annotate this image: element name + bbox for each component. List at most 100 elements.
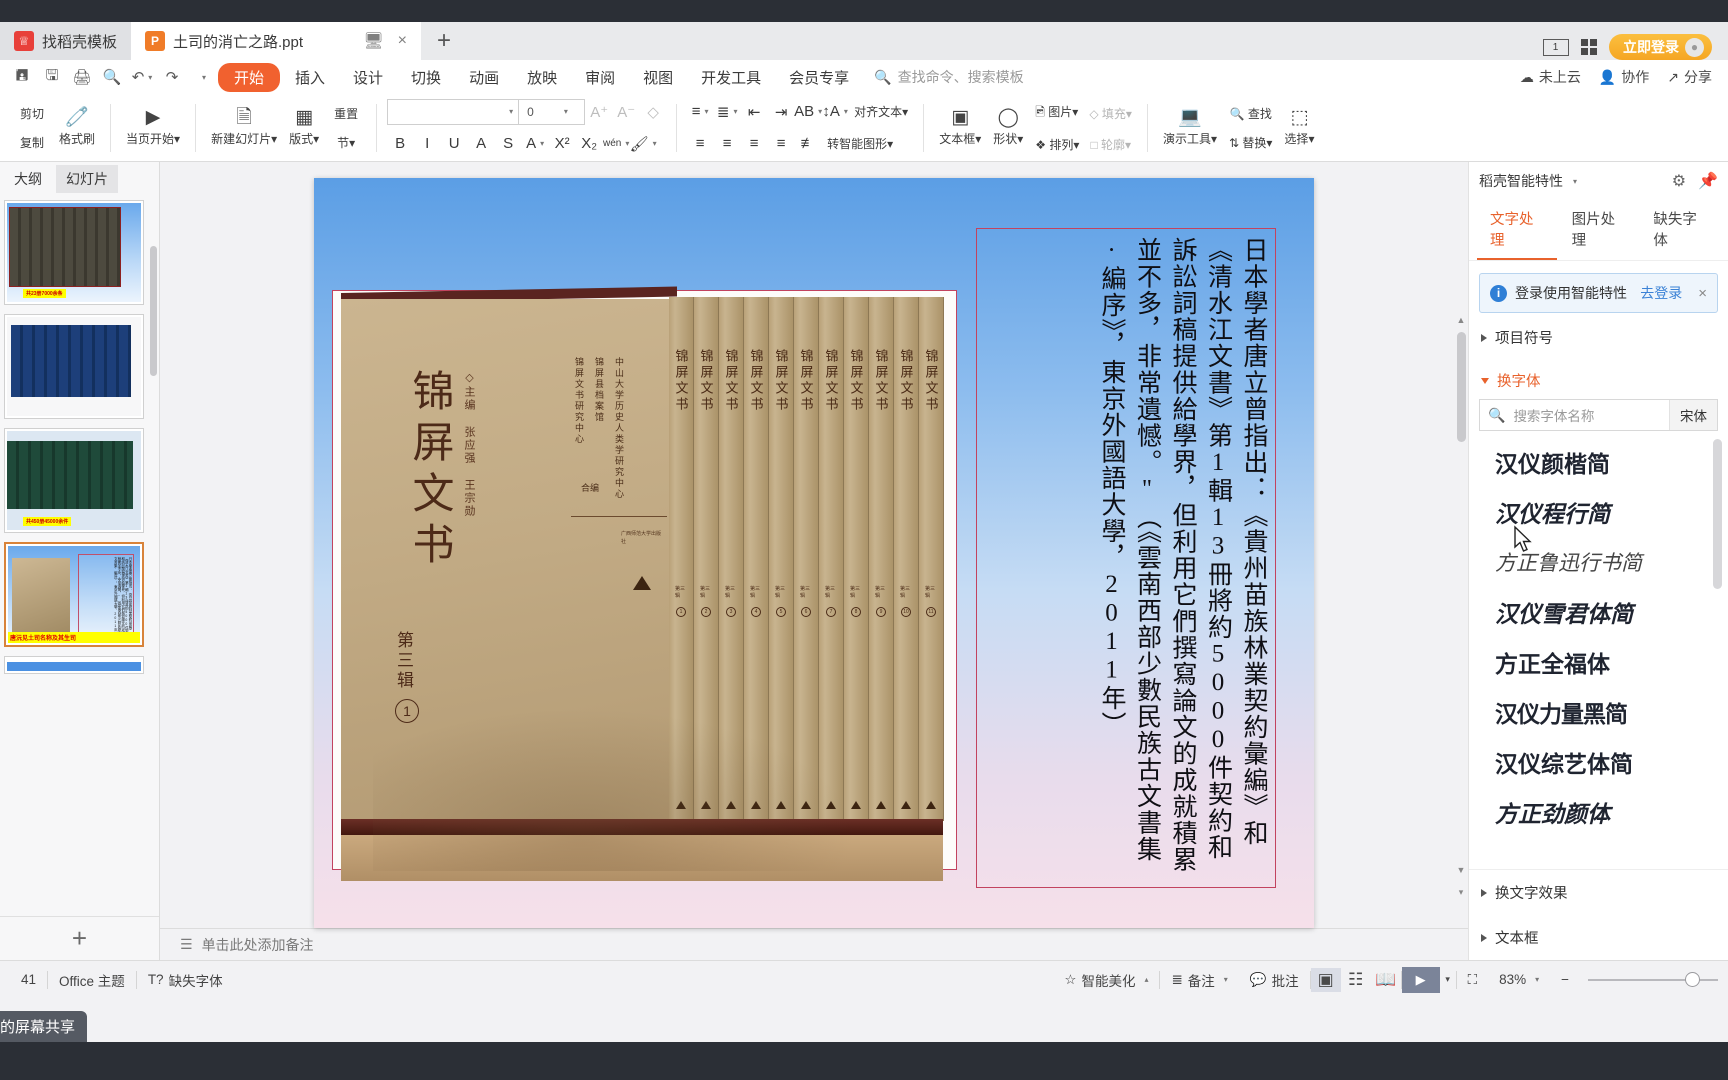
font-suggestion-list[interactable]: 汉仪颜楷简 汉仪程行简 方正鲁迅行书简 汉仪雪君体简 方正全福体 汉仪力量黑简 … bbox=[1469, 431, 1728, 869]
menu-item-member[interactable]: 会员专享 bbox=[776, 63, 862, 92]
cut-button[interactable]: 剪切 bbox=[12, 102, 52, 125]
share-button[interactable]: ↗ 分享 bbox=[1667, 67, 1712, 87]
close-notice-icon[interactable]: × bbox=[1698, 285, 1707, 302]
reading-view-icon[interactable]: 📖 bbox=[1371, 968, 1401, 992]
font-item[interactable]: 汉仪颜楷简 bbox=[1495, 437, 1728, 487]
find-button[interactable]: 🔍 查找 bbox=[1224, 102, 1277, 125]
current-font-value[interactable]: 宋体 bbox=[1669, 400, 1717, 430]
command-search[interactable]: 🔍 查找命令、搜索模板 bbox=[874, 67, 1023, 87]
align-center-icon[interactable]: ≡ bbox=[714, 131, 740, 157]
tab-find-template[interactable]: ♕ 找稻壳模板 bbox=[0, 22, 132, 60]
notes-toggle-button[interactable]: ≣ 备注 ▾ bbox=[1160, 968, 1238, 992]
zoom-out-button[interactable]: − bbox=[1550, 968, 1580, 992]
slide-thumbnail-2[interactable] bbox=[4, 314, 144, 419]
comments-button[interactable]: 💬 批注 bbox=[1239, 968, 1310, 992]
add-slide-button[interactable]: + bbox=[0, 916, 159, 960]
start-from-current-button[interactable]: ▶ 当页开始▾ bbox=[121, 105, 185, 150]
numbering-icon[interactable]: ≣ ▾ bbox=[714, 99, 740, 125]
increase-font-size-icon[interactable]: A⁺ bbox=[586, 99, 612, 125]
font-item[interactable]: 汉仪雪君体简 bbox=[1495, 587, 1728, 637]
font-item[interactable]: 方正鲁迅行书简 bbox=[1495, 537, 1728, 587]
slide-thumbnail-1[interactable]: 共23册7000余条 bbox=[4, 200, 144, 305]
reset-button[interactable]: 重置 bbox=[326, 102, 366, 125]
close-tab-icon[interactable]: × bbox=[398, 32, 407, 50]
font-size-input[interactable]: 0 ▾ bbox=[518, 99, 584, 124]
tab-missing-fonts[interactable]: 缺失字体 bbox=[1640, 200, 1720, 260]
highlight-icon[interactable]: 🖌 ▾ bbox=[630, 131, 657, 157]
align-text-button[interactable]: 对齐文本▾ bbox=[849, 100, 913, 123]
section-bullets[interactable]: 项目符号 bbox=[1469, 313, 1728, 356]
zoom-slider[interactable] bbox=[1580, 971, 1718, 987]
play-slideshow-button[interactable]: ▶ bbox=[1401, 966, 1440, 993]
tab-text-processing[interactable]: 文字处理 bbox=[1477, 200, 1557, 260]
new-tab-button[interactable]: + bbox=[421, 27, 467, 55]
arrange-button[interactable]: ❖ 排列▾ bbox=[1030, 133, 1084, 156]
menu-item-transition[interactable]: 切换 bbox=[398, 63, 454, 92]
present-monitor-icon[interactable]: 🖥 bbox=[363, 31, 383, 51]
font-item[interactable]: 汉仪程行简 bbox=[1495, 487, 1728, 537]
section-textbox[interactable]: 文本框 bbox=[1469, 915, 1728, 960]
normal-view-icon[interactable]: ▣ bbox=[1310, 967, 1341, 992]
save-as-icon[interactable]: 🖫 bbox=[38, 64, 66, 90]
missing-font-status[interactable]: T? 缺失字体 bbox=[137, 968, 234, 992]
scroll-down-arrow[interactable]: ▼ bbox=[1454, 862, 1468, 878]
customize-quick-access-icon[interactable]: ▾ bbox=[188, 64, 216, 90]
superscript-button[interactable]: X² bbox=[549, 131, 575, 157]
font-item[interactable]: 汉仪综艺体简 bbox=[1495, 737, 1728, 787]
outline-button[interactable]: □ 轮廓▾ bbox=[1085, 133, 1136, 156]
undo-icon[interactable]: ↶ ▾ bbox=[128, 64, 156, 90]
copy-button[interactable]: 复制 bbox=[12, 131, 52, 154]
font-item[interactable]: 方正全福体 bbox=[1495, 637, 1728, 687]
textbox-button[interactable]: ▣ 文本框▾ bbox=[934, 105, 986, 150]
vertical-text-box[interactable]: 日本學者唐立曾指出：《貴州苗族林業契約彙編》和《清水江文書》第1輯13冊將約50… bbox=[976, 228, 1276, 888]
thumbnail-scrollbar[interactable] bbox=[150, 246, 157, 376]
font-color-button[interactable]: A ▾ bbox=[522, 131, 548, 157]
pin-icon[interactable]: 📌 bbox=[1698, 171, 1718, 191]
canvas-scrollbar[interactable] bbox=[1457, 332, 1466, 442]
shapes-button[interactable]: ◯ 形状▾ bbox=[988, 105, 1028, 150]
theme-name[interactable]: Office 主题 bbox=[48, 968, 136, 992]
text-shadow-button[interactable]: A bbox=[468, 131, 494, 157]
fit-slide-button[interactable]: ⛶ bbox=[1457, 968, 1488, 992]
redo-icon[interactable]: ↷ bbox=[158, 64, 186, 90]
print-icon[interactable]: 🖨 bbox=[68, 64, 96, 90]
menu-item-slideshow[interactable]: 放映 bbox=[514, 63, 570, 92]
align-left-icon[interactable]: ≡ bbox=[687, 131, 713, 157]
scroll-up-arrow[interactable]: ▲ bbox=[1454, 312, 1468, 328]
font-search-box[interactable]: 🔍 搜索字体名称 宋体 bbox=[1479, 399, 1718, 431]
page-count-box[interactable]: 1 bbox=[1542, 38, 1569, 56]
align-right-icon[interactable]: ≡ bbox=[741, 131, 767, 157]
select-button[interactable]: ⬚ 选择▾ bbox=[1279, 105, 1319, 150]
subscript-button[interactable]: X₂ bbox=[576, 131, 602, 157]
save-icon[interactable]: 🖪 bbox=[8, 64, 36, 90]
gear-icon[interactable]: ⚙ bbox=[1672, 171, 1686, 191]
zoom-level[interactable]: 83% ▾ bbox=[1488, 968, 1550, 992]
slide-sorter-icon[interactable]: ☷ bbox=[1341, 968, 1371, 992]
justify-icon[interactable]: ≡ bbox=[768, 131, 794, 157]
notes-pane[interactable]: ☰ 单击此处添加备注 bbox=[160, 928, 1468, 960]
tab-slides[interactable]: 幻灯片 bbox=[56, 165, 118, 193]
menu-item-view[interactable]: 视图 bbox=[630, 63, 686, 92]
font-item[interactable]: 方正劲颜体 bbox=[1495, 787, 1728, 837]
bullets-icon[interactable]: ≡ ▾ bbox=[687, 99, 713, 125]
format-painter-button[interactable]: 🧷 格式刷 bbox=[54, 105, 100, 150]
tab-outline[interactable]: 大纲 bbox=[4, 165, 52, 193]
increase-indent-icon[interactable]: ⇥ bbox=[768, 99, 794, 125]
zoom-slider-knob[interactable] bbox=[1685, 971, 1700, 987]
menu-item-review[interactable]: 审阅 bbox=[572, 63, 628, 92]
slide-thumbnail-5[interactable] bbox=[4, 656, 144, 674]
slide-thumbnail-4[interactable]: 日本學者唐立曾指出：《貴州苗族林業契約彙編》和《清水江文書》第1輯13冊將約50… bbox=[4, 542, 144, 647]
underline-button[interactable]: U bbox=[441, 131, 467, 157]
font-item[interactable]: 汉仪力量黑简 bbox=[1495, 687, 1728, 737]
convert-smartart-button[interactable]: 转智能图形▾ bbox=[822, 132, 898, 155]
print-preview-icon[interactable]: 🔍 bbox=[98, 64, 126, 90]
section-change-font[interactable]: 换字体 bbox=[1469, 356, 1728, 399]
decrease-indent-icon[interactable]: ⇤ bbox=[741, 99, 767, 125]
italic-button[interactable]: I bbox=[414, 131, 440, 157]
tab-document[interactable]: P 土司的消亡之路.ppt 🖥 × bbox=[131, 22, 422, 60]
new-slide-button[interactable]: 🗎 新建幻灯片▾ bbox=[206, 105, 282, 150]
font-name-input[interactable]: ▾ bbox=[388, 100, 518, 124]
layout-button[interactable]: ▦ 版式▾ bbox=[284, 105, 324, 150]
tab-image-processing[interactable]: 图片处理 bbox=[1559, 200, 1639, 260]
text-direction-icon[interactable]: AB ▾ bbox=[794, 99, 822, 125]
